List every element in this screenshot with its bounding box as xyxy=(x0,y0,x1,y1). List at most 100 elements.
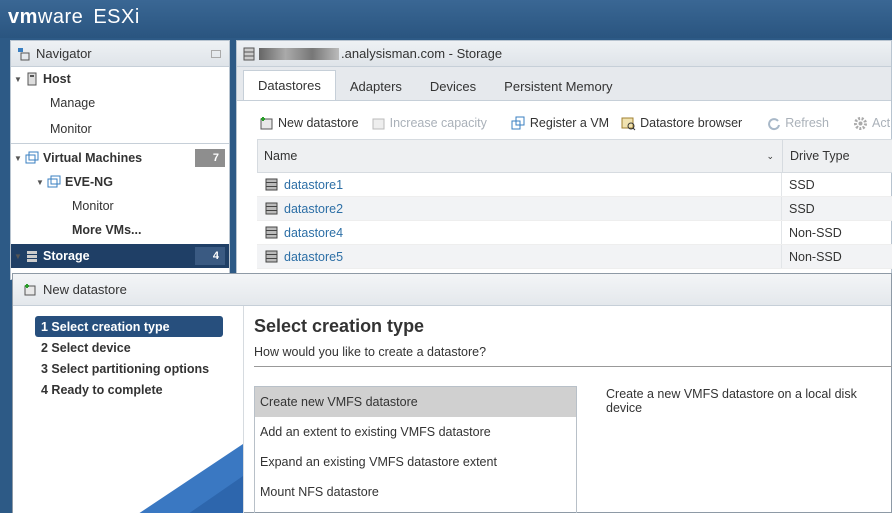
top-bar: vmware ESXi xyxy=(0,0,892,38)
table-cell-name: datastore4 xyxy=(257,221,782,244)
new-datastore-dialog: New datastore 1 Select creation type 2 S… xyxy=(12,273,892,513)
datastores-table: Name ⌄ Drive Type datastore1 SSD datasto… xyxy=(257,139,892,269)
table-cell-name: datastore2 xyxy=(257,197,782,220)
wizard-content: Select creation type How would you like … xyxy=(243,306,892,513)
collapse-icon[interactable] xyxy=(211,49,221,58)
storage-panel: .analysisman.com - Storage Datastores Ad… xyxy=(236,40,892,280)
navigator-panel: Navigator ▼ Host Manage Monitor ▼ Virtua… xyxy=(10,40,230,280)
actions-button[interactable]: Act xyxy=(853,116,890,131)
nav-item-eve-label: EVE-NG xyxy=(65,175,113,189)
new-datastore-icon xyxy=(24,283,36,295)
logo-vm: vm xyxy=(8,6,38,28)
table-cell-drive-type: Non-SSD xyxy=(789,249,842,264)
nav-item-host-label: Host xyxy=(43,72,71,86)
expand-triangle-icon[interactable]: ▼ xyxy=(11,252,25,261)
nav-item-virtual-machines[interactable]: ▼ Virtual Machines 7 xyxy=(11,146,229,170)
datastore-browser-label: Datastore browser xyxy=(640,116,743,130)
actions-label: Act xyxy=(872,116,891,130)
page-title: Select creation type xyxy=(254,316,425,336)
nav-section-host: ▼ Host Manage Monitor xyxy=(11,67,229,144)
table-row[interactable]: datastore4 Non-SSD xyxy=(257,221,892,245)
nav-item-host[interactable]: ▼ Host xyxy=(11,67,229,91)
divider xyxy=(254,366,892,367)
storage-count-badge: 4 xyxy=(195,247,225,265)
datastore-icon xyxy=(265,226,278,239)
nav-item-host-monitor-label: Monitor xyxy=(50,122,92,136)
refresh-label: Refresh xyxy=(785,116,829,130)
table-cell-name: datastore1 xyxy=(257,173,782,196)
navigator-title: Navigator xyxy=(36,46,92,61)
dialog-title-bar: New datastore xyxy=(13,274,891,306)
vm-icon xyxy=(25,151,39,164)
datastore-browser-button[interactable]: Datastore browser xyxy=(621,116,742,131)
tab-devices[interactable]: Devices xyxy=(416,72,490,100)
option-mount-nfs[interactable]: Mount NFS datastore xyxy=(255,477,576,507)
navigator-icon xyxy=(18,47,30,60)
column-name-label: Name xyxy=(264,149,298,163)
storage-toolbar: New datastore Increase capacity Register… xyxy=(237,107,891,139)
expand-triangle-icon[interactable]: ▼ xyxy=(11,75,25,84)
vm-icon xyxy=(47,175,61,188)
logo-product: ESXi xyxy=(93,6,140,28)
option-description: Create a new VMFS datastore on a local d… xyxy=(606,387,857,415)
expand-triangle-icon[interactable]: ▼ xyxy=(11,154,25,163)
dialog-title: New datastore xyxy=(43,282,127,297)
datastore-icon xyxy=(265,178,278,191)
nav-item-vms-label: Virtual Machines xyxy=(43,151,143,165)
nav-item-manage[interactable]: Manage xyxy=(11,91,229,115)
table-row[interactable]: datastore5 Non-SSD xyxy=(257,245,892,269)
nav-item-storage-label: Storage xyxy=(43,249,90,263)
page-subtitle: How would you like to create a datastore… xyxy=(254,345,487,359)
increase-capacity-label: Increase capacity xyxy=(389,116,487,130)
creation-type-list: Create new VMFS datastore Add an extent … xyxy=(254,386,577,513)
table-cell-drive-type: Non-SSD xyxy=(789,225,842,240)
option-create-vmfs[interactable]: Create new VMFS datastore xyxy=(255,387,576,417)
option-add-extent[interactable]: Add an extent to existing VMFS datastore xyxy=(255,417,576,447)
decorative-wedge xyxy=(139,444,243,513)
nav-item-host-monitor[interactable]: Monitor xyxy=(11,115,229,143)
tab-persistent-memory[interactable]: Persistent Memory xyxy=(490,72,626,100)
storage-panel-header: .analysisman.com - Storage xyxy=(237,41,891,67)
refresh-button[interactable]: Refresh xyxy=(766,116,829,131)
redacted-hostname xyxy=(259,47,339,60)
register-vm-label: Register a VM xyxy=(529,116,610,130)
table-cell-drive-type: SSD xyxy=(789,177,815,192)
nav-item-storage[interactable]: ▼ Storage 4 xyxy=(11,244,229,268)
datastore-link[interactable]: datastore1 xyxy=(284,178,343,192)
nav-item-eve-ng[interactable]: ▼ EVE-NG xyxy=(11,170,229,194)
new-datastore-icon xyxy=(260,116,273,129)
vms-count-badge: 7 xyxy=(195,149,225,167)
datastore-browser-icon xyxy=(621,117,636,130)
tab-datastores[interactable]: Datastores xyxy=(243,70,336,100)
datastore-icon xyxy=(265,250,278,263)
column-header-drive-type[interactable]: Drive Type xyxy=(783,149,850,163)
datastore-link[interactable]: datastore5 xyxy=(284,250,343,264)
gear-icon xyxy=(854,116,867,130)
table-body: datastore1 SSD datastore2 SSD datastore4… xyxy=(257,173,892,269)
nav-item-eve-monitor[interactable]: Monitor xyxy=(11,194,229,218)
table-cell-name: datastore5 xyxy=(257,245,782,268)
datastore-link[interactable]: datastore2 xyxy=(284,202,343,216)
nav-item-eve-monitor-label: Monitor xyxy=(72,199,114,213)
wizard-steps-panel: 1 Select creation type 2 Select device 3… xyxy=(13,306,243,513)
nav-section-vms: ▼ Virtual Machines 7 ▼ EVE-NG Monitor Mo… xyxy=(11,146,229,268)
storage-panel-title: .analysisman.com - Storage xyxy=(341,46,503,61)
tab-adapters[interactable]: Adapters xyxy=(336,72,416,100)
nav-item-manage-label: Manage xyxy=(50,96,96,110)
datastore-icon xyxy=(265,202,278,215)
register-vm-button[interactable]: Register a VM xyxy=(511,116,609,131)
sort-chevron-icon[interactable]: ⌄ xyxy=(766,151,774,162)
option-expand-extent[interactable]: Expand an existing VMFS datastore extent xyxy=(255,447,576,477)
vmware-esxi-logo: vmware ESXi xyxy=(8,6,140,29)
navigator-header: Navigator xyxy=(11,41,229,67)
expand-triangle-icon[interactable]: ▼ xyxy=(33,178,47,187)
increase-capacity-button[interactable]: Increase capacity xyxy=(371,116,487,131)
column-header-name[interactable]: Name ⌄ xyxy=(258,140,783,172)
nav-item-more-vms-label: More VMs... xyxy=(72,223,142,237)
nav-item-more-vms[interactable]: More VMs... xyxy=(11,218,229,242)
new-datastore-button[interactable]: New datastore xyxy=(259,116,359,131)
table-row[interactable]: datastore2 SSD xyxy=(257,197,892,221)
datastore-link[interactable]: datastore4 xyxy=(284,226,343,240)
table-cell-drive-type: SSD xyxy=(789,201,815,216)
table-row[interactable]: datastore1 SSD xyxy=(257,173,892,197)
